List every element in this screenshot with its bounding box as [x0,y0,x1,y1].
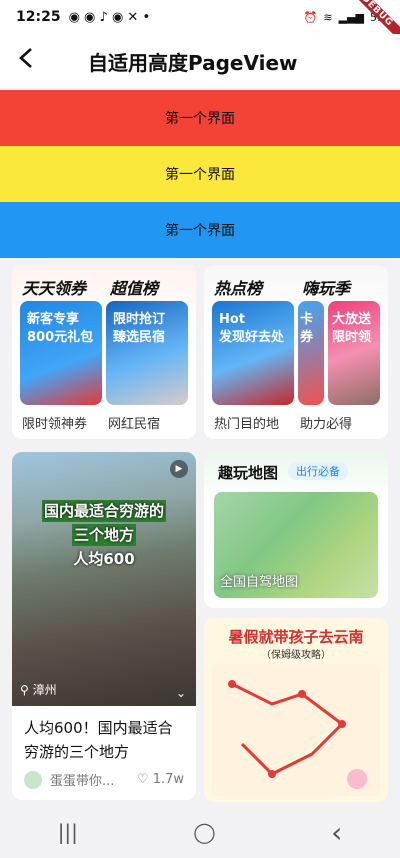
video-overlay-line1: 国内最适合穷游的 [41,500,166,522]
app-bar: 自适用高度PageView [0,34,400,88]
alarm-icon: ⏰ [303,10,318,24]
heart-icon[interactable]: ♡ [137,772,149,787]
like-count: 1.7w [152,772,184,787]
homestay-label: 网红民宿 [108,417,161,432]
chevron-down-icon[interactable]: ⌄ [176,686,186,700]
boost-label: 助力必得 [300,417,353,432]
yunnan-poster-card[interactable]: 暑假就带孩子去云南 （保姆级攻略） [204,618,388,802]
video-thumbnail[interactable]: ▶ 国内最适合穷游的 三个地方 人均600 ⚲ 漳州 ⌄ [12,452,196,706]
home-button[interactable]: ◯ [193,820,215,844]
system-back-button[interactable]: ‹ [331,816,342,849]
deal-header: 超值榜 [110,279,159,298]
pageview-page-1[interactable]: 第一个界面 [0,90,400,146]
page-label: 第一个界面 [165,223,235,239]
map-image[interactable]: 全国自驾地图 [214,492,378,598]
video-card[interactable]: ▶ 国内最适合穷游的 三个地方 人均600 ⚲ 漳州 ⌄ 人均600！国内最适合… [12,452,196,800]
coupon-header: 天天领券 [22,279,87,298]
status-time: 12:25 [16,9,61,25]
hot-destination-tile[interactable]: Hot 发现好去处 [212,301,294,405]
coupon-mini-text: 卡券 [300,312,314,345]
poster-subtitle: （保姆级攻略） [261,650,331,661]
homestay-tile[interactable]: 限时抢订 臻选民宿 [106,301,188,405]
route-map-graphic [212,664,380,796]
author-avatar[interactable] [24,770,42,789]
map-card[interactable]: 趣玩地图 出行必备 全国自驾地图 [204,452,388,608]
notification-icons: ◉ ◉ ♪ ◉ ✕ • [68,9,151,25]
coupon-label: 限时领神券 [22,417,88,432]
coupon-card[interactable]: 天天领券 超值榜 新客专享 800元礼包 限时抢订 臻选民宿 限时领神券 网红民… [12,265,196,439]
coupon-mini-tile[interactable]: 卡券 [298,301,324,405]
play-icon: ▶ [170,460,188,478]
pageview-page-2[interactable]: 第一个界面 [0,146,400,202]
author-name[interactable]: 蛋蛋带你... [50,770,114,789]
recent-apps-button[interactable]: ||| [58,820,78,844]
signal-icon: ▂▄▆ [338,10,364,24]
map-caption: 全国自驾地图 [220,575,299,590]
video-title: 人均600！国内最适合穷游的三个地方 [24,719,173,761]
coupon-tile-text: 新客专享 800元礼包 [27,312,94,345]
giveaway-tile-text: 大放送 限时领 [332,312,372,345]
page-label: 第一个界面 [165,167,235,183]
status-bar: 12:25 ◉ ◉ ♪ ◉ ✕ • ⏰ ≋ ▂▄▆ 59 [0,0,400,34]
video-location: ⚲ 漳州 [20,681,57,698]
system-nav-bar: ||| ◯ ‹ [0,806,400,858]
hotlist-card[interactable]: 热点榜 嗨玩季 Hot 发现好去处 卡券 大放送 限时领 热门目的地 助力必得 [204,265,388,439]
video-overlay-line3: 人均600 [73,550,135,568]
wifi-icon: ≋ [323,10,333,24]
back-button[interactable] [0,46,52,76]
homestay-tile-text: 限时抢订 臻选民宿 [113,312,166,345]
page-label: 第一个界面 [165,111,235,127]
coupon-tile[interactable]: 新客专享 800元礼包 [20,301,102,405]
map-card-title: 趣玩地图 [218,464,279,482]
back-arrow-icon [19,48,32,68]
location-text: 漳州 [32,683,57,697]
hot-tile-text: Hot 发现好去处 [219,312,285,345]
page-title: 自适用高度PageView [88,50,298,75]
video-overlay-line2: 三个地方 [71,524,136,546]
location-pin-icon: ⚲ [20,683,29,697]
poster-title: 暑假就带孩子去云南 [228,628,364,646]
map-badge: 出行必备 [288,462,348,480]
hot-destination-label: 热门目的地 [214,417,280,432]
pageview-page-3[interactable]: 第一个界面 [0,202,400,258]
season-header: 嗨玩季 [302,279,351,298]
giveaway-tile[interactable]: 大放送 限时领 [328,301,380,405]
hotlist-header: 热点榜 [214,279,263,298]
